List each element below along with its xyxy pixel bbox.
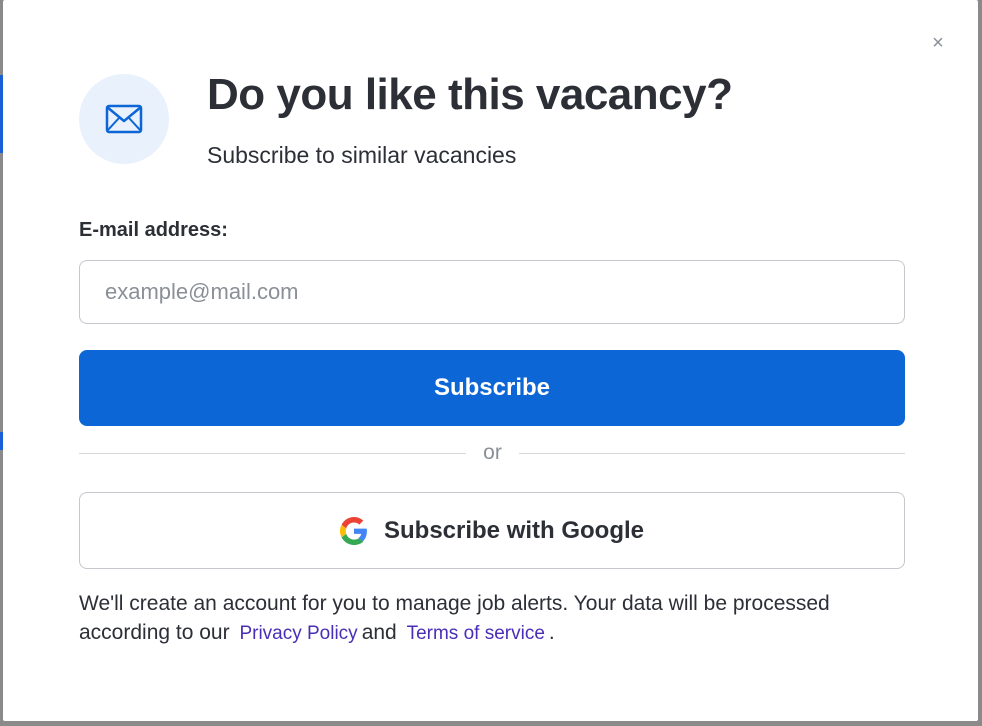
modal-title: Do you like this vacancy? — [207, 70, 733, 119]
disclaimer-text: We'll create an account for you to manag… — [79, 589, 909, 648]
modal-subtitle: Subscribe to similar vacancies — [207, 142, 517, 168]
divider-or: or — [483, 441, 502, 464]
terms-of-service-link[interactable]: Terms of service — [407, 623, 545, 644]
subscribe-with-google-button[interactable]: Subscribe with Google — [79, 492, 905, 569]
close-icon[interactable]: × — [927, 32, 949, 54]
envelope-icon-badge — [79, 74, 169, 164]
disclaimer-and: and — [361, 621, 397, 644]
privacy-policy-link[interactable]: Privacy Policy — [239, 623, 357, 644]
email-field[interactable] — [79, 260, 905, 324]
disclaimer-end: . — [548, 621, 555, 644]
envelope-icon — [105, 104, 143, 134]
google-button-label: Subscribe with Google — [383, 516, 645, 544]
subscribe-button[interactable]: Subscribe — [79, 350, 905, 426]
google-icon — [339, 516, 367, 545]
email-label: E-mail address: — [79, 219, 228, 241]
divider-line — [519, 453, 905, 454]
subscribe-modal: × Do you like this vacancy? Subscribe to… — [3, 0, 978, 721]
divider-line — [79, 453, 466, 454]
